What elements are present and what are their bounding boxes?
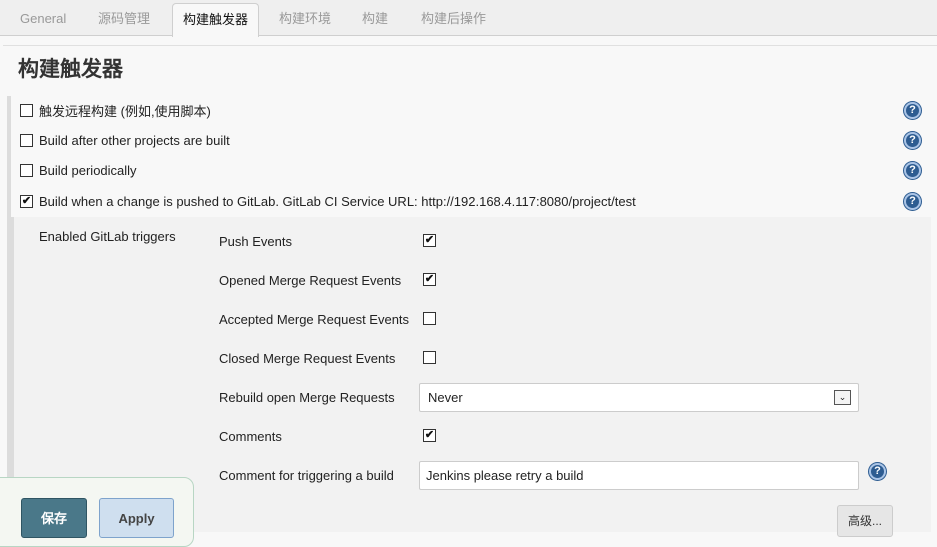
help-icon[interactable]: ? bbox=[869, 463, 886, 480]
tab-build-environment[interactable]: 构建环境 bbox=[269, 3, 341, 36]
tab-build[interactable]: 构建 bbox=[352, 3, 398, 36]
trigger-remote-build[interactable]: 触发远程构建 (例如,使用脚本) bbox=[20, 100, 211, 120]
help-icon[interactable]: ? bbox=[904, 193, 921, 210]
trigger-after-other-label: Build after other projects are built bbox=[39, 132, 230, 148]
help-icon[interactable]: ? bbox=[904, 132, 921, 149]
chevron-down-icon[interactable]: ⌄ bbox=[834, 390, 851, 405]
trigger-after-other-projects[interactable]: Build after other projects are built bbox=[20, 130, 230, 150]
comment-trigger-label: Comment for triggering a build bbox=[219, 468, 394, 483]
push-events-checkbox[interactable]: ✔ bbox=[423, 234, 436, 247]
trigger-gitlab-label: Build when a change is pushed to GitLab.… bbox=[39, 193, 636, 209]
save-button[interactable]: 保存 bbox=[21, 498, 87, 538]
rebuild-open-mr-value: Never bbox=[428, 390, 463, 405]
tab-source-code[interactable]: 源码管理 bbox=[88, 3, 160, 36]
trigger-after-other-checkbox[interactable] bbox=[20, 133, 33, 147]
section-title: 构建触发器 bbox=[18, 58, 123, 81]
trigger-gitlab-checkbox[interactable]: ✔ bbox=[20, 194, 33, 208]
advanced-button[interactable]: 高级... bbox=[837, 505, 893, 537]
rebuild-open-mr-select[interactable]: Never ⌄ bbox=[419, 383, 859, 412]
accepted-mr-events-checkbox[interactable] bbox=[423, 312, 436, 325]
closed-mr-events-label: Closed Merge Request Events bbox=[219, 351, 396, 366]
help-icon[interactable]: ? bbox=[904, 102, 921, 119]
section-divider bbox=[3, 45, 937, 46]
trigger-remote-label: 触发远程构建 (例如,使用脚本) bbox=[39, 103, 211, 119]
opened-mr-events-checkbox[interactable]: ✔ bbox=[423, 273, 436, 286]
trigger-remote-checkbox[interactable] bbox=[20, 103, 33, 117]
accepted-mr-events-label: Accepted Merge Request Events bbox=[219, 312, 410, 327]
apply-button[interactable]: Apply bbox=[99, 498, 174, 538]
tab-build-triggers[interactable]: 构建触发器 bbox=[172, 3, 260, 37]
help-icon[interactable]: ? bbox=[904, 162, 921, 179]
enabled-gitlab-triggers-label: Enabled GitLab triggers bbox=[39, 229, 176, 244]
push-events-label: Push Events bbox=[219, 234, 292, 249]
tab-general[interactable]: General bbox=[10, 3, 76, 36]
closed-mr-events-checkbox[interactable] bbox=[423, 351, 436, 364]
comment-trigger-input[interactable] bbox=[419, 461, 859, 490]
trigger-gitlab-push[interactable]: ✔ Build when a change is pushed to GitLa… bbox=[20, 191, 636, 211]
tab-post-build[interactable]: 构建后操作 bbox=[411, 3, 496, 36]
trigger-periodically-checkbox[interactable] bbox=[20, 163, 33, 177]
trigger-periodically[interactable]: Build periodically bbox=[20, 160, 137, 180]
comments-label: Comments bbox=[219, 429, 282, 444]
comments-checkbox[interactable]: ✔ bbox=[423, 429, 436, 442]
opened-mr-events-label: Opened Merge Request Events bbox=[219, 273, 402, 288]
rebuild-open-mr-label: Rebuild open Merge Requests bbox=[219, 390, 395, 405]
trigger-periodically-label: Build periodically bbox=[39, 162, 137, 178]
config-tab-bar: General 源码管理 构建触发器 构建环境 构建 构建后操作 bbox=[0, 0, 937, 37]
